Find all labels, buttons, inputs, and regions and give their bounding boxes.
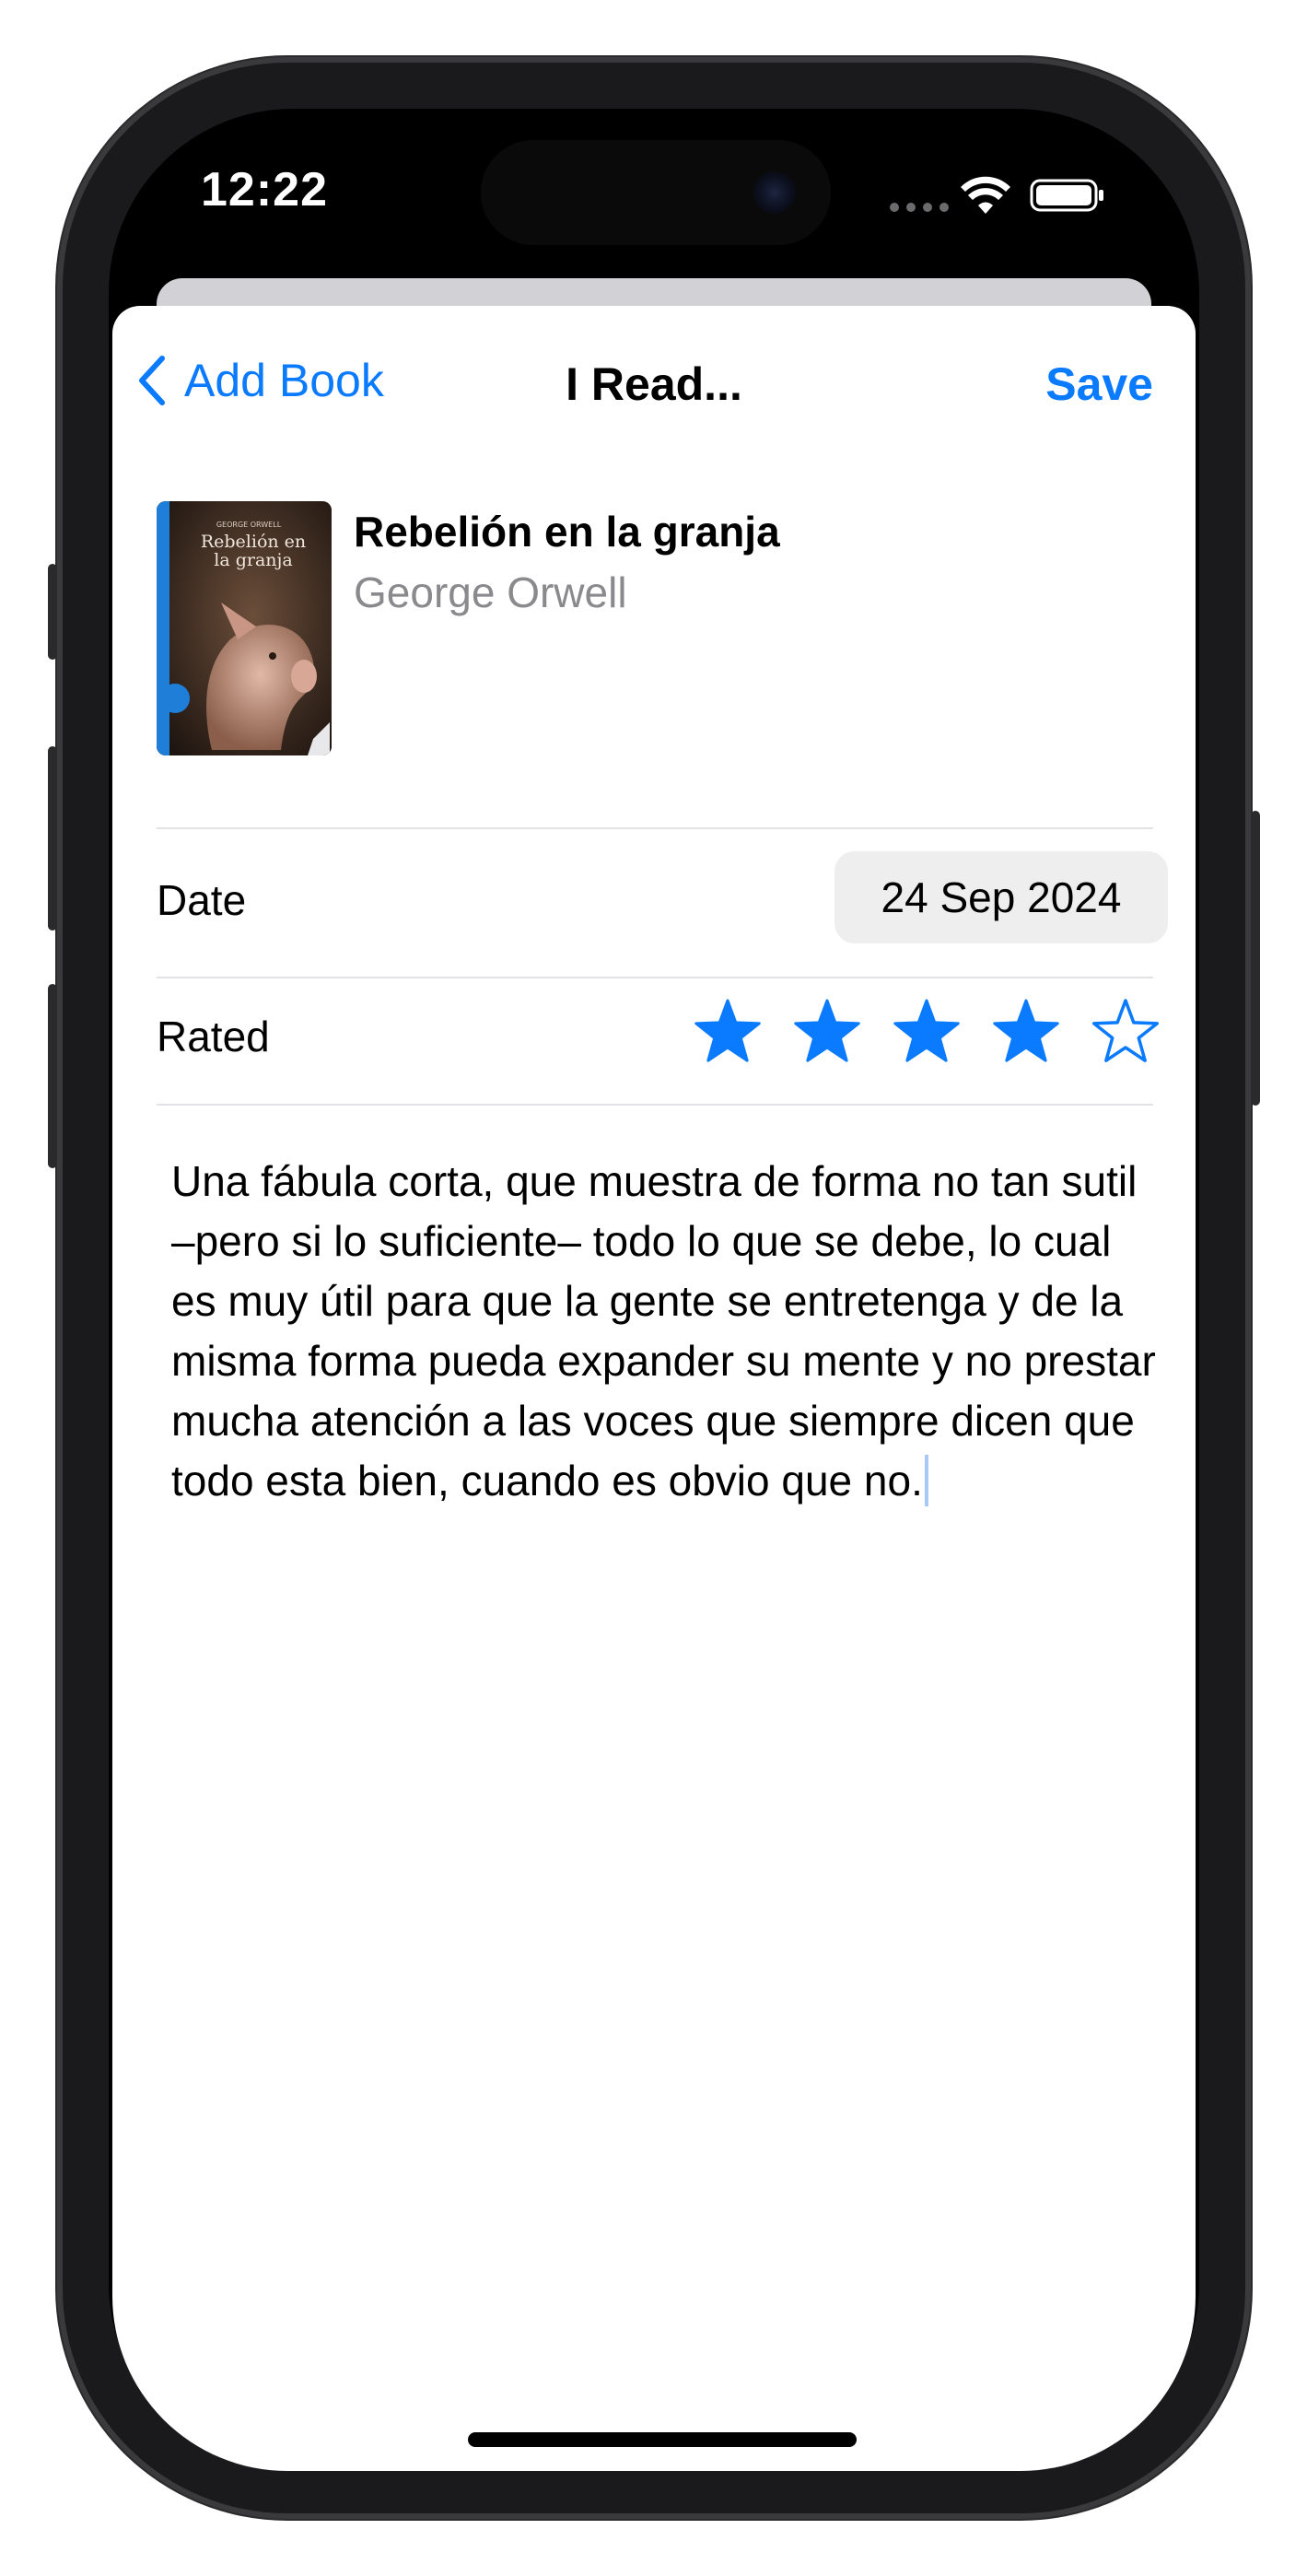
cellular-signal-icon (890, 203, 949, 212)
power-button (1251, 811, 1260, 1106)
star-rating (693, 997, 1161, 1067)
book-title: Rebelión en la granja (354, 508, 780, 556)
review-notes-textarea[interactable]: Una fábula corta, que muestra de forma n… (171, 1152, 1157, 1511)
rated-label: Rated (157, 1013, 270, 1060)
home-indicator[interactable] (468, 2432, 857, 2447)
date-picker-button[interactable]: 24 Sep 2024 (834, 851, 1168, 943)
divider (157, 1104, 1153, 1106)
cover-title-line-1: Rebelión en (201, 532, 306, 552)
volume-down-button (48, 984, 57, 1168)
cover-title-line-2: la granja (214, 550, 292, 570)
action-button (48, 564, 57, 660)
front-camera (753, 171, 796, 214)
cover-author-text: GEORGE ORWELL (216, 521, 282, 529)
star-filled-icon[interactable] (991, 997, 1061, 1067)
volume-up-button (48, 746, 57, 931)
divider (157, 977, 1153, 978)
review-notes-text: Una fábula corta, que muestra de forma n… (171, 1157, 1156, 1505)
wifi-icon (961, 176, 1010, 214)
status-time: 12:22 (201, 163, 328, 217)
text-cursor (924, 1455, 928, 1506)
nav-title: I Read... (566, 358, 742, 410)
read-book-sheet: Add Book I Read... Save GEORGE ORWELL Re… (112, 306, 1196, 2471)
book-cover-image: GEORGE ORWELL Rebelión en la granja (157, 501, 332, 755)
star-filled-icon[interactable] (892, 997, 962, 1067)
book-author: George Orwell (354, 568, 627, 616)
battery-icon (1030, 179, 1103, 212)
date-label: Date (157, 876, 247, 924)
star-filled-icon[interactable] (792, 997, 862, 1067)
star-outline-icon[interactable] (1091, 997, 1161, 1067)
divider (157, 827, 1153, 829)
save-button[interactable]: Save (1045, 357, 1153, 411)
book-cover-art: GEORGE ORWELL Rebelión en la granja (157, 501, 332, 755)
star-filled-icon[interactable] (693, 997, 763, 1067)
